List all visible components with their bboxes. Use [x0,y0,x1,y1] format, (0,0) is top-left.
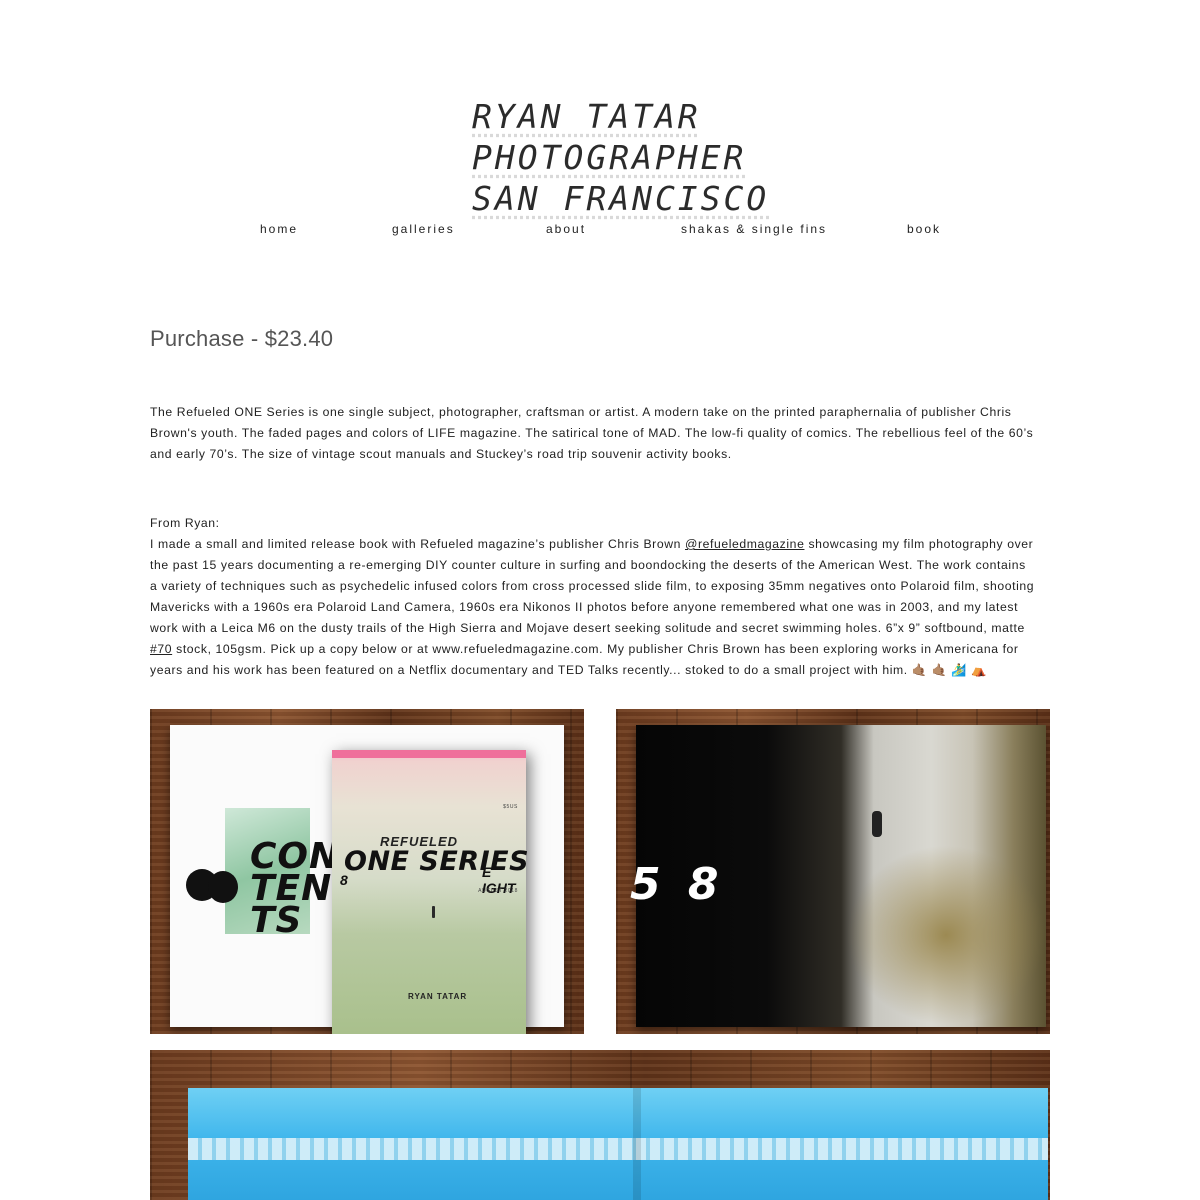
purchase-label: Purchase [150,326,245,351]
pool-fence [188,1138,1048,1160]
nav-about[interactable]: about [546,222,586,236]
from-ryan-label: From Ryan: [150,516,220,530]
main-nav: home galleries about shakas & single fin… [150,222,1050,242]
book-gutter [633,1088,641,1200]
nav-book[interactable]: book [907,222,941,236]
body-text-3: stock, 105gsm. Pick up a copy below or a… [150,642,1019,677]
blob-shape-right [208,871,238,903]
body-text-2: showcasing my film photography over the … [150,537,1035,635]
from-ryan-body: I made a small and limited release book … [150,534,1035,681]
book-photo-cover[interactable]: CON TEN TS $5US REFUELED ONE SERIES E IG… [150,709,584,1034]
cover-pink-band [332,750,526,758]
book-spread: 5 8 [630,725,1046,1027]
spread-page-numbers: 5 8 [630,859,725,910]
refueledmagazine-link[interactable]: @refueledmagazine [685,537,804,551]
spread-figure [872,811,882,837]
contents-line-3: TS [250,900,303,941]
book-photo-spread[interactable]: 5 8 [616,709,1050,1034]
body-text-1: I made a small and limited release book … [150,537,685,551]
contents-heading: CON TEN TS [250,839,340,941]
emoji-row: 🤙🏽 🤙🏽 🏄‍♂️ ⛺ [911,663,987,677]
logo-line-city: SAN FRANCISCO [472,179,770,218]
hashtag-70-link[interactable]: #70 [150,642,172,656]
cover-price: $5US [503,804,518,810]
nav-shakas-single-fins[interactable]: shakas & single fins [681,222,827,236]
spread-glow [846,845,1046,1025]
purchase-separator: - [244,326,265,351]
purchase-heading: Purchase - $23.40 [150,326,333,352]
nav-galleries[interactable]: galleries [392,222,455,236]
cover-date: AUGUST 2018 [478,888,518,894]
description-from-ryan: From Ryan: I made a small and limited re… [150,513,1035,681]
nav-home[interactable]: home [260,222,298,236]
site-logo[interactable]: RYAN TATAR PHOTOGRAPHER SAN FRANCISCO [472,96,770,218]
magazine-cover: $5US REFUELED ONE SERIES E IGHT 8 AUGUST… [332,750,529,1034]
cover-author: RYAN TATAR [408,992,468,1001]
logo-line-title: PHOTOGRAPHER [472,138,747,177]
pool-spread [188,1088,1048,1200]
logo-line-name: RYAN TATAR [472,97,701,136]
surfer-figure [432,906,435,918]
book-photo-pool[interactable] [150,1050,1050,1200]
purchase-price: $23.40 [264,326,334,351]
description-intro: The Refueled ONE Series is one single su… [150,405,1034,461]
cover-page-number: 8 [340,872,348,888]
